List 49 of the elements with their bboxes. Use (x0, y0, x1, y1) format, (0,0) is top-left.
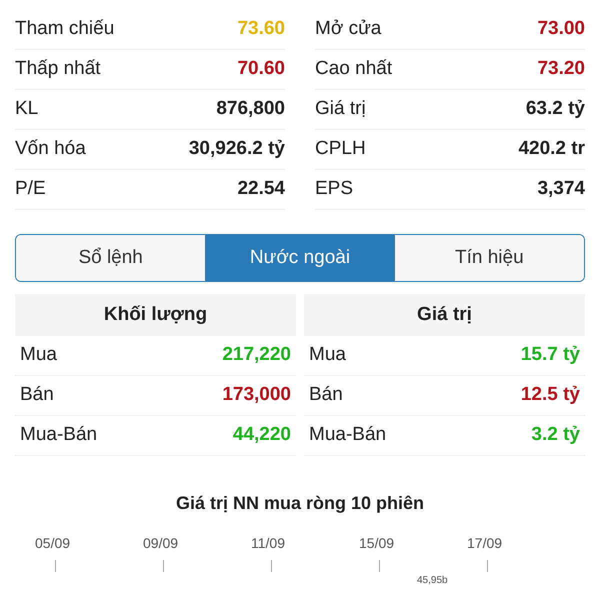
row-value: 15.7 tỷ (520, 343, 580, 368)
axis-label: 05/09 (35, 534, 70, 553)
row-label: Mua-Bán (309, 423, 386, 448)
row-value: 3.2 tỷ (531, 423, 580, 448)
chart-title: Giá trị NN mua ròng 10 phiên (174, 492, 426, 515)
stat-label: P/E (15, 177, 46, 202)
row-value: 44,220 (232, 423, 291, 448)
axis-label: 09/09 (143, 534, 178, 553)
stat-label: Mở cửa (315, 17, 382, 42)
row-value: 12.5 tỷ (520, 383, 580, 408)
tick-mark (271, 560, 272, 572)
stat-value: 30,926.2 tỷ (188, 137, 285, 162)
stat-value: 73.20 (537, 57, 585, 82)
table-header: Giá trị (304, 294, 585, 336)
stat-value: 70.60 (237, 57, 285, 82)
stat-label: Cao nhất (315, 57, 392, 82)
stat-value: 876,800 (216, 97, 285, 122)
tick-mark (487, 560, 488, 572)
row-value: 217,220 (222, 343, 291, 368)
row-label: Bán (20, 383, 54, 408)
tab[interactable]: Nước ngoài (205, 235, 395, 281)
stat-value: 420.2 tr (518, 137, 585, 162)
stat-value: 73.60 (237, 17, 285, 42)
row-label: Bán (309, 383, 343, 408)
stat-label: EPS (315, 177, 354, 202)
axis-label: 17/09 (467, 534, 502, 553)
tick-mark (163, 560, 164, 572)
row-value: 173,000 (222, 383, 291, 408)
tab[interactable]: Tín hiệu (394, 235, 584, 281)
stat-label: KL (15, 97, 38, 122)
tick-mark (379, 560, 380, 572)
tab[interactable]: Sổ lệnh (16, 235, 206, 281)
tick-mark (55, 560, 56, 572)
row-label: Mua (309, 343, 346, 368)
row-label: Mua-Bán (20, 423, 98, 448)
stat-label: Thấp nhất (15, 57, 101, 82)
stat-value: 73.00 (537, 17, 585, 42)
stat-label: Vốn hóa (15, 137, 86, 162)
stat-label: Giá trị (315, 97, 366, 122)
axis-label: 15/09 (359, 534, 394, 553)
stat-label: Tham chiếu (15, 17, 114, 42)
row-label: Mua (20, 343, 57, 368)
stat-value: 63.2 tỷ (526, 97, 585, 122)
stat-value: 22.54 (237, 177, 285, 202)
stat-label: CPLH (315, 137, 366, 162)
axis-label: 11/09 (251, 534, 285, 553)
table-header: Khối lượng (15, 294, 296, 336)
stat-value: 3,374 (537, 177, 585, 202)
value-label: 45,95b (417, 574, 448, 588)
